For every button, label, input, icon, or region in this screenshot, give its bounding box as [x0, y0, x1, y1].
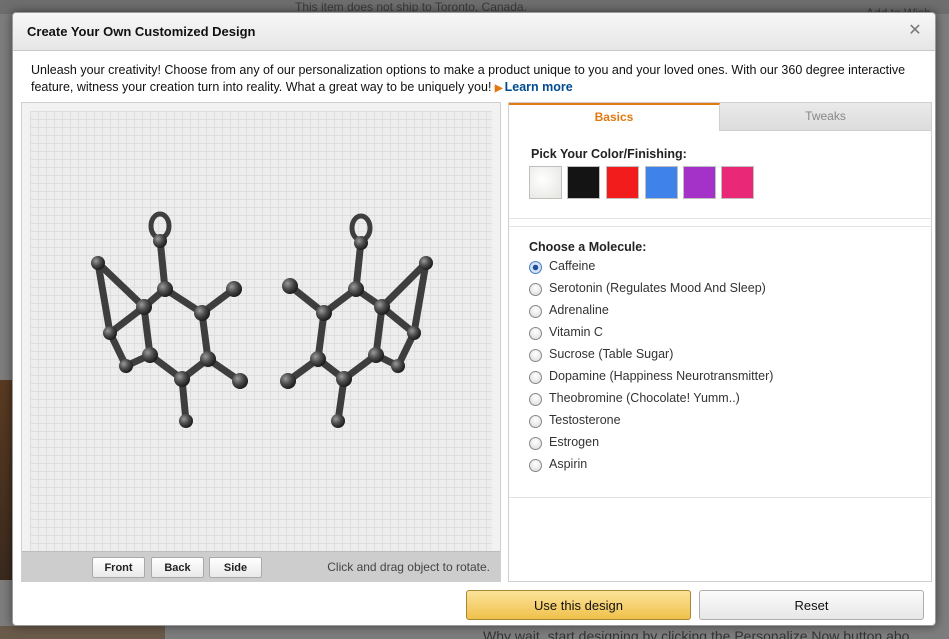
dialog-title: Create Your Own Customized Design	[27, 24, 256, 39]
molecule-option-label: Estrogen	[549, 435, 600, 449]
swatch-blue[interactable]	[645, 166, 678, 199]
side-view-button[interactable]: Side	[209, 557, 262, 578]
swatch-red[interactable]	[606, 166, 639, 199]
intro-paragraph: Unleash your creativity! Choose from any…	[31, 63, 906, 94]
options-tabs: Basics Tweaks	[509, 103, 931, 131]
back-view-button[interactable]: Back	[151, 557, 204, 578]
radio-button[interactable]	[529, 349, 542, 362]
learn-more-link[interactable]: ▶ Learn more	[495, 80, 573, 94]
learn-more-label: Learn more	[504, 80, 573, 94]
front-view-button[interactable]: Front	[92, 557, 145, 578]
radio-button[interactable]	[529, 415, 542, 428]
swatch-black[interactable]	[567, 166, 600, 199]
molecule-earrings-preview	[91, 211, 433, 428]
color-heading: Pick Your Color/Finishing:	[531, 147, 687, 161]
molecule-option-label: Adrenaline	[549, 303, 609, 317]
options-panel: Basics Tweaks Pick Your Color/Finishing:…	[508, 102, 932, 582]
swatch-white[interactable]	[529, 166, 562, 199]
left-earring-atoms	[91, 234, 248, 428]
rotatable-preview-canvas[interactable]	[30, 111, 492, 551]
color-section: Pick Your Color/Finishing:	[509, 131, 931, 219]
molecule-option-label: Testosterone	[549, 413, 621, 427]
close-icon[interactable]: ✕	[905, 21, 925, 41]
intro-text: Unleash your creativity! Choose from any…	[31, 62, 921, 97]
swatch-pink[interactable]	[721, 166, 754, 199]
molecule-option-label: Caffeine	[549, 259, 596, 273]
radio-button[interactable]	[529, 305, 542, 318]
radio-button[interactable]	[529, 371, 542, 384]
molecule-option-label: Aspirin	[549, 457, 588, 471]
use-this-design-button[interactable]: Use this design	[466, 590, 691, 620]
play-arrow-icon: ▶	[494, 83, 503, 94]
design-viewer: Front Back Side Click and drag object to…	[21, 102, 501, 582]
left-earring-molecule	[94, 211, 244, 425]
customize-dialog: Create Your Own Customized Design ✕ Unle…	[12, 12, 936, 626]
tab-tweaks[interactable]: Tweaks	[720, 103, 931, 131]
radio-button[interactable]	[529, 261, 542, 274]
swatch-purple[interactable]	[683, 166, 716, 199]
section-divider-bottom	[509, 497, 931, 498]
radio-button[interactable]	[529, 393, 542, 406]
background-photo-bottom	[0, 626, 165, 639]
background-bottom-text: Why wait, start designing by clicking th…	[483, 628, 910, 639]
dialog-header: Create Your Own Customized Design ✕	[13, 13, 935, 51]
radio-button[interactable]	[529, 327, 542, 340]
molecule-option-label: Serotonin (Regulates Mood And Sleep)	[549, 281, 766, 295]
tab-basics[interactable]: Basics	[509, 103, 720, 131]
reset-button[interactable]: Reset	[699, 590, 924, 620]
rotate-hint: Click and drag object to rotate.	[327, 560, 490, 574]
section-divider	[509, 226, 931, 227]
molecule-option-label: Vitamin C	[549, 325, 603, 339]
molecule-option-label: Dopamine (Happiness Neurotransmitter)	[549, 369, 774, 383]
molecule-option-label: Sucrose (Table Sugar)	[549, 347, 674, 361]
radio-button[interactable]	[529, 459, 542, 472]
radio-button[interactable]	[529, 437, 542, 450]
molecule-option-label: Theobromine (Chocolate! Yumm..)	[549, 391, 740, 405]
radio-button[interactable]	[529, 283, 542, 296]
viewer-toolbar: Front Back Side Click and drag object to…	[22, 551, 500, 581]
molecule-heading: Choose a Molecule:	[529, 240, 647, 254]
